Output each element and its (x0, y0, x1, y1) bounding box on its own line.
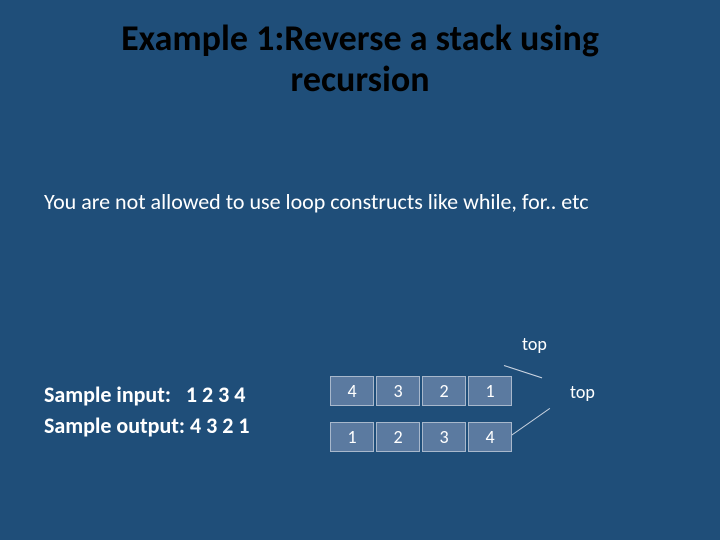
sample-input-value: 1 2 3 4 (186, 381, 246, 408)
stack-cell: 1 (468, 376, 512, 406)
stack-row-1: 4 3 2 1 (330, 376, 514, 406)
slide-title: Example 1:Reverse a stack using recursio… (0, 0, 720, 101)
stack-cell: 3 (376, 376, 420, 406)
constraint-text: You are not allowed to use loop construc… (44, 188, 589, 215)
top-label-upper: top (522, 333, 547, 355)
stack-row-2: 1 2 3 4 (330, 422, 514, 452)
sample-input-label: Sample input: (44, 381, 186, 408)
stack-cell: 4 (330, 376, 374, 406)
stack-diagram: 4 3 2 1 1 2 3 4 (330, 376, 514, 468)
sample-output-value: 4 3 2 1 (190, 412, 250, 439)
sample-output-label: Sample output: (44, 412, 190, 439)
stack-cell: 2 (376, 422, 420, 452)
stack-cell: 3 (422, 422, 466, 452)
sample-input-line: Sample input: 1 2 3 4 (44, 380, 250, 411)
stack-cell: 4 (468, 422, 512, 452)
stack-cell: 2 (422, 376, 466, 406)
sample-block: Sample input: 1 2 3 4 Sample output: 4 3… (44, 380, 250, 442)
stack-cell: 1 (330, 422, 374, 452)
sample-output-line: Sample output: 4 3 2 1 (44, 411, 250, 442)
top-label-lower: top (570, 381, 595, 403)
